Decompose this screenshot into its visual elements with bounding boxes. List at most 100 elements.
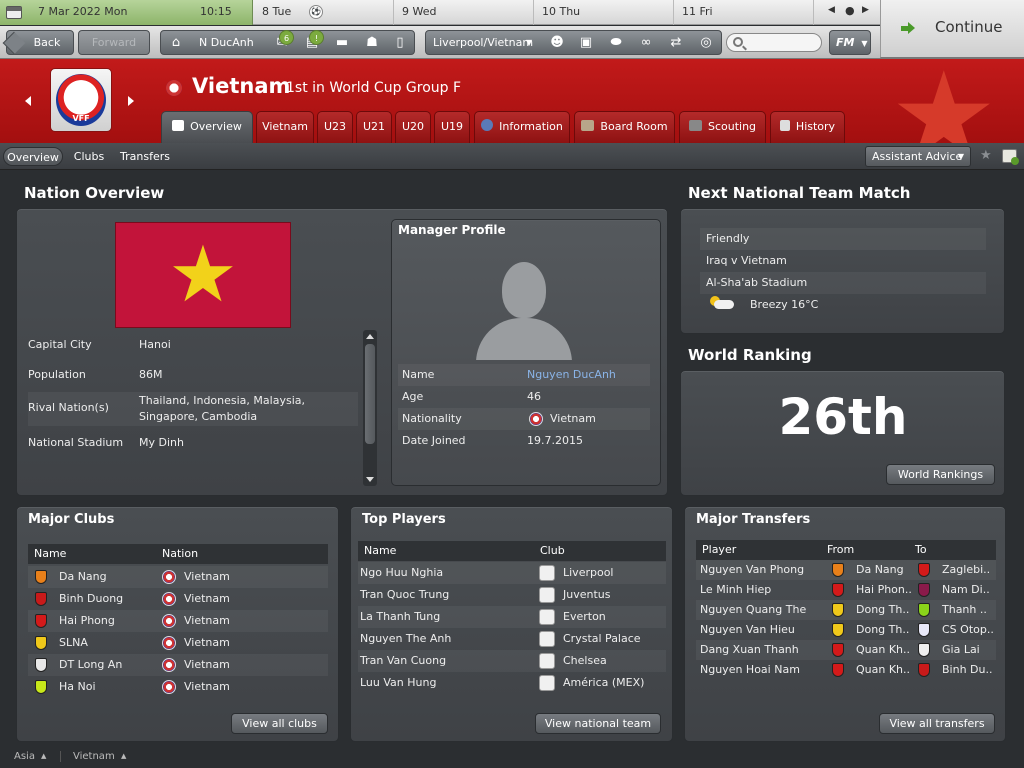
table-row[interactable]: Le Minh Hiep Hai Phon.. Nam Di.. xyxy=(696,580,996,600)
table-row[interactable]: Nguyen Hoai Nam Quan Kh.. Binh Du.. xyxy=(696,660,996,680)
club-nation[interactable]: Vietnam xyxy=(184,566,230,588)
transfer-from[interactable]: Dong Th.. xyxy=(856,600,909,620)
calendar-day[interactable]: 11 Fri xyxy=(682,5,713,18)
transfer-player[interactable]: Nguyen Quang The xyxy=(700,600,806,620)
column-header[interactable]: Player xyxy=(702,540,736,560)
scrollbar-thumb[interactable] xyxy=(365,344,375,444)
club-nation[interactable]: Vietnam xyxy=(184,588,230,610)
table-row[interactable]: Nguyen Van Hieu Dong Th.. CS Otop.. xyxy=(696,620,996,640)
club-nation[interactable]: Vietnam xyxy=(184,632,230,654)
subtab-overview[interactable]: Overview xyxy=(3,147,63,166)
transfer-to[interactable]: Binh Du.. xyxy=(942,660,992,680)
player-name[interactable]: La Thanh Tung xyxy=(360,606,440,628)
player-name[interactable]: Ngo Huu Nghia xyxy=(360,562,443,584)
player-club[interactable]: Liverpool xyxy=(563,562,613,584)
tab-history[interactable]: History xyxy=(770,111,845,143)
scouting-icon[interactable]: ∞ xyxy=(637,35,655,51)
subtab-transfers[interactable]: Transfers xyxy=(116,147,174,166)
view-national-team-button[interactable]: View national team xyxy=(535,713,661,734)
calendar-day[interactable]: 8 Tue xyxy=(262,5,291,18)
transfers-icon[interactable]: ⇄ xyxy=(667,35,685,51)
transfer-to[interactable]: Nam Di.. xyxy=(942,580,990,600)
club-name[interactable]: DT Long An xyxy=(59,654,122,676)
training-icon[interactable]: ⬬ xyxy=(607,35,625,51)
transfer-from[interactable]: Hai Phon.. xyxy=(856,580,912,600)
news-icon[interactable]: ▤ ! xyxy=(303,30,324,51)
breadcrumb-nation[interactable]: Vietnam xyxy=(73,745,115,768)
club-nation[interactable]: Vietnam xyxy=(184,654,230,676)
table-row[interactable]: Hai Phong Vietnam xyxy=(28,610,328,632)
club-name[interactable]: Ha Noi xyxy=(59,676,96,698)
table-row[interactable]: Ha Noi Vietnam xyxy=(28,676,328,698)
assistant-advice-dropdown[interactable]: Assistant Advice ▼ xyxy=(865,146,971,167)
calendar-prev-icon[interactable]: ◀ xyxy=(828,5,835,15)
staff-icon[interactable]: ☗ xyxy=(363,35,381,51)
tab-u20[interactable]: U20 xyxy=(395,111,431,143)
transfer-from[interactable]: Quan Kh.. xyxy=(856,640,910,660)
match-competition[interactable]: Friendly xyxy=(700,228,986,250)
calendar-next-icon[interactable]: ▶ xyxy=(862,5,869,15)
table-row[interactable]: Tran Van Cuong Chelsea xyxy=(358,650,666,672)
player-club[interactable]: Juventus xyxy=(563,584,610,606)
transfer-from[interactable]: Da Nang xyxy=(856,560,904,580)
player-club[interactable]: Everton xyxy=(563,606,606,628)
tab-overview[interactable]: Overview xyxy=(161,111,253,143)
tab-information[interactable]: Information xyxy=(474,111,570,143)
tab-u19[interactable]: U19 xyxy=(434,111,470,143)
tab-board-room[interactable]: Board Room xyxy=(574,111,675,143)
player-club[interactable]: América (MEX) xyxy=(563,672,644,694)
club-name[interactable]: Hai Phong xyxy=(59,610,115,632)
column-header[interactable]: To xyxy=(915,540,927,560)
transfer-player[interactable]: Dang Xuan Thanh xyxy=(700,640,799,660)
column-header[interactable]: Name xyxy=(364,541,396,561)
view-all-transfers-button[interactable]: View all transfers xyxy=(879,713,995,734)
subtab-clubs[interactable]: Clubs xyxy=(68,147,110,166)
match-fixture[interactable]: Iraq v Vietnam xyxy=(700,250,986,272)
chevron-up-icon[interactable]: ▲ xyxy=(121,745,126,768)
tab-vietnam[interactable]: Vietnam xyxy=(256,111,314,143)
calendar-today-icon[interactable]: ● xyxy=(845,4,855,17)
details-scrollbar[interactable] xyxy=(363,330,377,486)
table-row[interactable]: Luu Van Hung América (MEX) xyxy=(358,672,666,694)
column-header[interactable]: From xyxy=(827,540,854,560)
tactics-icon[interactable]: ▣ xyxy=(577,35,595,51)
transfer-to[interactable]: Zaglebi.. xyxy=(942,560,990,580)
match-venue[interactable]: Al-Sha'ab Stadium xyxy=(700,272,986,294)
tab-u23[interactable]: U23 xyxy=(317,111,353,143)
player-club[interactable]: Crystal Palace xyxy=(563,628,641,650)
calendar-icon[interactable] xyxy=(6,6,22,19)
player-name[interactable]: Tran Van Cuong xyxy=(360,650,446,672)
transfer-to[interactable]: Gia Lai xyxy=(942,640,980,660)
transfer-from[interactable]: Dong Th.. xyxy=(856,620,909,640)
table-row[interactable]: DT Long An Vietnam xyxy=(28,654,328,676)
club-nation[interactable]: Vietnam xyxy=(184,610,230,632)
table-row[interactable]: Dang Xuan Thanh Quan Kh.. Gia Lai xyxy=(696,640,996,660)
manager-name-link[interactable]: Nguyen DucAnh xyxy=(527,364,616,386)
calendar-current-day[interactable]: 7 Mar 2022 Mon 10:15 xyxy=(0,0,253,25)
home-icon[interactable]: ⌂ xyxy=(167,35,185,51)
manager-value[interactable]: Vietnam xyxy=(550,408,596,430)
transfer-to[interactable]: CS Otop.. xyxy=(942,620,994,640)
previous-nation-icon[interactable] xyxy=(25,96,31,106)
breadcrumb-region[interactable]: Asia xyxy=(14,745,35,768)
player-name[interactable]: Tran Quoc Trung xyxy=(360,584,449,606)
manager-dropdown[interactable]: N DucAnh ▼ xyxy=(193,31,289,54)
transfer-player[interactable]: Nguyen Van Hieu xyxy=(700,620,795,640)
player-name[interactable]: Nguyen The Anh xyxy=(360,628,451,650)
table-row[interactable]: Da Nang Vietnam xyxy=(28,566,328,588)
fm-menu-button[interactable]: FM ▼ xyxy=(829,30,871,55)
club-name[interactable]: Da Nang xyxy=(59,566,107,588)
calendar-day[interactable]: 9 Wed xyxy=(402,5,436,18)
add-to-favourites-icon[interactable] xyxy=(1002,149,1019,165)
tab-u21[interactable]: U21 xyxy=(356,111,392,143)
player-name[interactable]: Luu Van Hung xyxy=(360,672,436,694)
table-row[interactable]: SLNA Vietnam xyxy=(28,632,328,654)
chevron-up-icon[interactable]: ▲ xyxy=(41,745,46,768)
world-rankings-button[interactable]: World Rankings xyxy=(886,464,995,485)
scroll-down-icon[interactable] xyxy=(366,477,374,482)
player-club[interactable]: Chelsea xyxy=(563,650,607,672)
transfer-player[interactable]: Le Minh Hiep xyxy=(700,580,771,600)
match-day-icon[interactable]: ⚽ xyxy=(309,5,323,19)
table-row[interactable]: Tran Quoc Trung Juventus xyxy=(358,584,666,606)
view-all-clubs-button[interactable]: View all clubs xyxy=(231,713,328,734)
